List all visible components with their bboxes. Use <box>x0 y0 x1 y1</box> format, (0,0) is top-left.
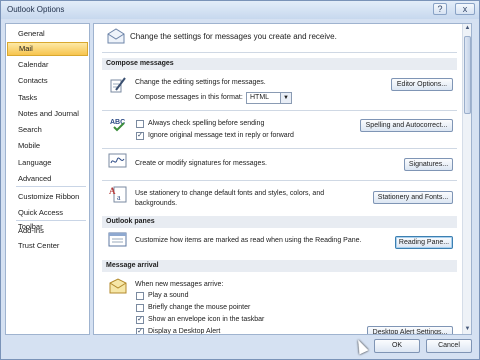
divider <box>102 148 457 149</box>
title-bar: Outlook Options ? x <box>1 1 479 19</box>
ok-button[interactable]: OK <box>374 339 420 353</box>
message-arrival-icon <box>109 278 127 294</box>
spelling-autocorrect-button[interactable]: Spelling and Autocorrect... <box>360 119 453 132</box>
sidebar: General Mail Calendar Contacts Tasks Not… <box>5 23 90 335</box>
ignore-original-label: Ignore original message text in reply or… <box>148 132 294 139</box>
reading-pane-icon <box>108 232 127 247</box>
mouse-cursor-icon <box>353 337 369 355</box>
chevron-down-icon: ▼ <box>280 93 291 103</box>
desktop-alert-checkbox[interactable]: ✓ <box>136 328 144 334</box>
desktop-alert-settings-button[interactable]: Desktop Alert Settings... <box>367 326 453 334</box>
scroll-up-arrow-icon[interactable]: ▲ <box>463 24 471 33</box>
stationery-text-line1: Use stationery to change default fonts a… <box>135 190 325 197</box>
mail-options-panel: Change the settings for messages you cre… <box>93 23 472 335</box>
svg-text:a: a <box>117 193 121 202</box>
change-mouse-pointer-label: Briefly change the mouse pointer <box>148 304 251 311</box>
sidebar-item-notes-and-journal[interactable]: Notes and Journal <box>7 107 88 121</box>
compose-format-select[interactable]: HTML ▼ <box>246 92 292 104</box>
stationery-fonts-icon: A a <box>109 186 127 203</box>
sidebar-divider <box>16 220 86 221</box>
sidebar-item-quick-access-toolbar[interactable]: Quick Access Toolbar <box>7 206 88 231</box>
help-button[interactable]: ? <box>433 3 447 15</box>
sidebar-item-general[interactable]: General <box>7 27 88 41</box>
sidebar-item-calendar[interactable]: Calendar <box>7 58 88 72</box>
spelling-abc-icon: ABC <box>110 119 125 132</box>
section-header-compose: Compose messages <box>102 58 457 70</box>
signature-icon <box>108 153 127 168</box>
stationery-text-line2: backgrounds. <box>135 200 178 207</box>
compose-format-value: HTML <box>250 94 270 101</box>
sidebar-item-customize-ribbon[interactable]: Customize Ribbon <box>7 190 88 204</box>
sidebar-item-add-ins[interactable]: Add-Ins <box>7 224 88 238</box>
play-sound-label: Play a sound <box>148 292 189 299</box>
reading-pane-text: Customize how items are marked as read w… <box>135 237 362 244</box>
change-mouse-pointer-checkbox[interactable] <box>136 304 144 312</box>
ignore-original-checkbox[interactable]: ✓ <box>136 132 144 140</box>
editor-options-button[interactable]: Editor Options... <box>391 78 453 91</box>
scroll-down-arrow-icon[interactable]: ▼ <box>463 325 471 334</box>
compose-format-label: Compose messages in this format: <box>135 94 243 101</box>
stationery-fonts-button[interactable]: Stationery and Fonts... <box>373 191 453 204</box>
signatures-text: Create or modify signatures for messages… <box>135 160 267 167</box>
sidebar-item-mail[interactable]: Mail <box>7 42 88 56</box>
reading-pane-button[interactable]: Reading Pane... <box>395 236 453 249</box>
window-title: Outlook Options <box>7 5 65 14</box>
signatures-button[interactable]: Signatures... <box>404 158 453 171</box>
scrollbar-thumb[interactable] <box>464 36 471 114</box>
always-check-spelling-checkbox[interactable] <box>136 120 144 128</box>
sidebar-item-trust-center[interactable]: Trust Center <box>7 239 88 253</box>
when-new-messages-label: When new messages arrive: <box>135 281 224 288</box>
divider <box>102 52 457 53</box>
sidebar-item-tasks[interactable]: Tasks <box>7 91 88 105</box>
sidebar-item-contacts[interactable]: Contacts <box>7 74 88 88</box>
section-header-message-arrival: Message arrival <box>102 260 457 272</box>
envelope-icon <box>107 28 125 44</box>
svg-text:A: A <box>109 186 116 196</box>
section-header-outlook-panes: Outlook panes <box>102 216 457 228</box>
sidebar-item-advanced[interactable]: Advanced <box>7 172 88 186</box>
intro-text: Change the settings for messages you cre… <box>130 32 337 41</box>
envelope-icon-label: Show an envelope icon in the taskbar <box>148 316 265 323</box>
sidebar-item-mobile[interactable]: Mobile <box>7 139 88 153</box>
always-check-spelling-label: Always check spelling before sending <box>148 120 265 127</box>
editing-settings-text: Change the editing settings for messages… <box>135 79 266 86</box>
edit-pen-icon <box>110 77 126 93</box>
sidebar-divider <box>16 186 86 187</box>
desktop-alert-label: Display a Desktop Alert <box>148 328 221 335</box>
play-sound-checkbox[interactable] <box>136 292 144 300</box>
outlook-options-window: Outlook Options ? x General Mail Calenda… <box>0 0 480 360</box>
envelope-icon-checkbox[interactable]: ✓ <box>136 316 144 324</box>
divider <box>102 110 457 111</box>
sidebar-item-search[interactable]: Search <box>7 123 88 137</box>
vertical-scrollbar[interactable]: ▲ ▼ <box>462 24 471 334</box>
close-button[interactable]: x <box>455 3 475 15</box>
cancel-button[interactable]: Cancel <box>426 339 472 353</box>
sidebar-item-language[interactable]: Language <box>7 156 88 170</box>
divider <box>102 180 457 181</box>
